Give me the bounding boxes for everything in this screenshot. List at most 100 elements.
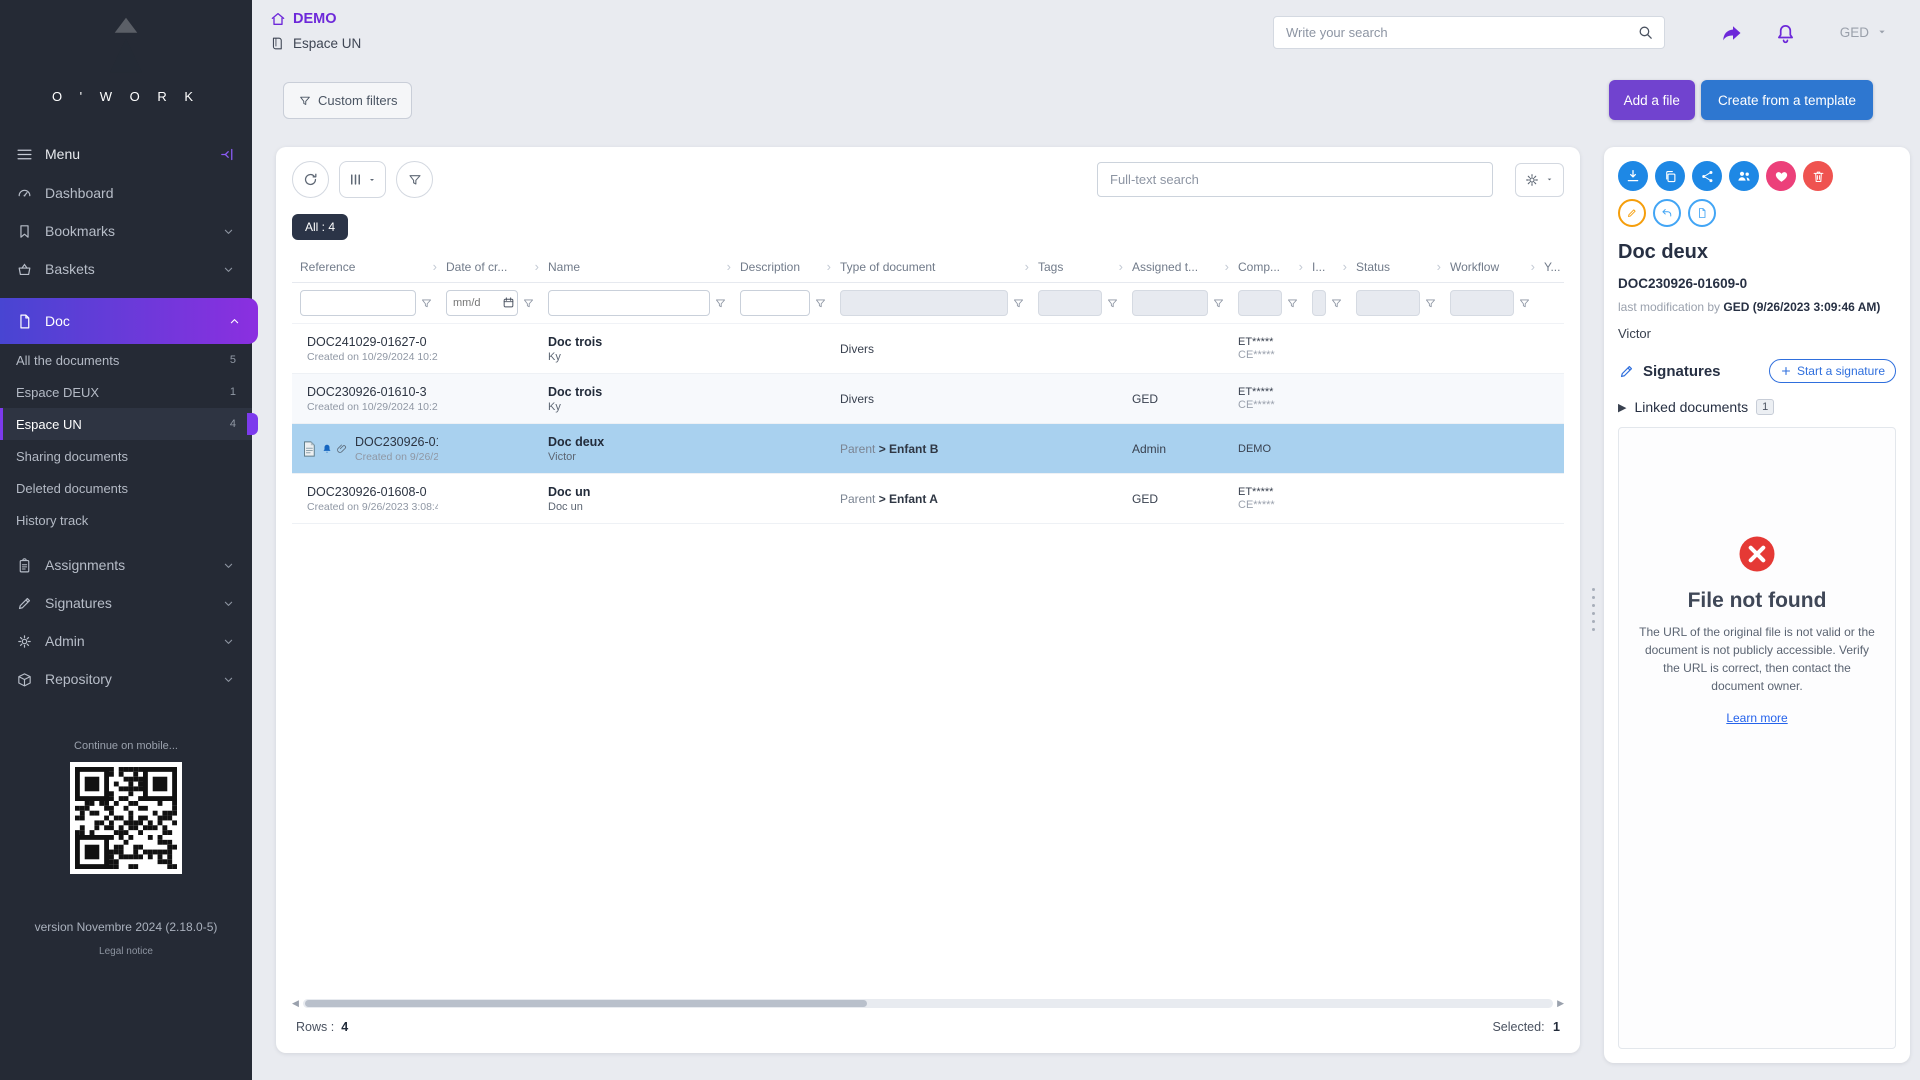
funnel-icon[interactable] xyxy=(1330,297,1343,310)
notifications-button[interactable] xyxy=(1768,17,1800,49)
column-header-comp[interactable]: Comp... xyxy=(1230,252,1304,282)
sidebar-item-doc[interactable]: Doc xyxy=(0,298,258,344)
funnel-icon[interactable] xyxy=(1106,297,1119,310)
column-header-tags[interactable]: Tags xyxy=(1030,252,1124,282)
sidebar-item-label: Baskets xyxy=(45,261,221,277)
sidebar-item-espace-deux[interactable]: Espace DEUX 1 xyxy=(0,376,252,408)
filter-workflow-input[interactable] xyxy=(1450,290,1514,316)
return-button[interactable] xyxy=(1653,199,1681,227)
funnel-icon[interactable] xyxy=(522,297,535,310)
sidebar-item-admin[interactable]: Admin xyxy=(0,622,252,660)
global-search-input[interactable] xyxy=(1274,25,1637,40)
sidebar-item-repository[interactable]: Repository xyxy=(0,660,252,698)
filter-tags-input[interactable] xyxy=(1038,290,1102,316)
sidebar-item-sharing-documents[interactable]: Sharing documents xyxy=(0,440,252,472)
table-row-selected[interactable]: DOC230926-01609-0 Created on 9/26/2023 3… xyxy=(292,424,1564,474)
legal-notice-link[interactable]: Legal notice xyxy=(0,946,252,957)
funnel-icon[interactable] xyxy=(814,297,827,310)
sidebar-item-history-track[interactable]: History track xyxy=(0,504,252,536)
basket-icon xyxy=(16,261,33,278)
column-header-reference[interactable]: Reference xyxy=(292,252,438,282)
doc-type: Divers xyxy=(840,392,874,406)
sidebar-item-signatures[interactable]: Signatures xyxy=(0,584,252,622)
filter-name-input[interactable] xyxy=(548,290,710,316)
sidebar-item-label: Doc xyxy=(45,313,227,329)
columns-button[interactable] xyxy=(339,161,386,198)
custom-filters-button[interactable]: Custom filters xyxy=(283,82,412,119)
column-header-date[interactable]: Date of cr... xyxy=(438,252,540,282)
filter-button[interactable] xyxy=(396,161,433,198)
search-icon[interactable] xyxy=(1637,24,1654,41)
file-icon xyxy=(1696,206,1708,220)
add-file-button[interactable]: Add a file xyxy=(1609,80,1695,120)
filter-assigned-input[interactable] xyxy=(1132,290,1208,316)
funnel-icon[interactable] xyxy=(714,297,727,310)
tab-all[interactable]: All : 4 xyxy=(292,214,348,240)
scroll-right-icon[interactable]: ▶ xyxy=(1557,998,1564,1009)
collapse-sidebar-icon[interactable] xyxy=(219,146,236,163)
panel-resize-handle[interactable] xyxy=(1592,588,1595,631)
funnel-icon[interactable] xyxy=(420,297,433,310)
menu-toggle[interactable]: Menu xyxy=(0,134,252,174)
column-header-assigned[interactable]: Assigned t... xyxy=(1124,252,1230,282)
funnel-icon[interactable] xyxy=(1212,297,1225,310)
filter-type-input[interactable] xyxy=(840,290,1008,316)
share-document-button[interactable] xyxy=(1692,161,1722,191)
column-header-i[interactable]: I... xyxy=(1304,252,1348,282)
duplicate-button[interactable] xyxy=(1655,161,1685,191)
sidebar-item-baskets[interactable]: Baskets xyxy=(0,250,252,288)
sidebar-item-assignments[interactable]: Assignments xyxy=(0,546,252,584)
workspace-crumb[interactable]: DEMO xyxy=(270,11,361,27)
learn-more-link[interactable]: Learn more xyxy=(1726,711,1787,725)
filter-i-input[interactable] xyxy=(1312,290,1326,316)
column-header-name[interactable]: Name xyxy=(540,252,732,282)
scrollbar-thumb[interactable] xyxy=(305,1000,868,1007)
fulltext-search-input[interactable] xyxy=(1097,162,1493,197)
doc-name-sub: Ky xyxy=(548,401,726,413)
start-signature-button[interactable]: Start a signature xyxy=(1769,359,1896,383)
sidebar-item-deleted-documents[interactable]: Deleted documents xyxy=(0,472,252,504)
sidebar-item-espace-un[interactable]: Espace UN 4 xyxy=(0,408,252,440)
user-menu[interactable]: GED xyxy=(1840,24,1890,40)
delete-button[interactable] xyxy=(1803,161,1833,191)
filter-reference-input[interactable] xyxy=(300,290,416,316)
column-header-workflow[interactable]: Workflow xyxy=(1442,252,1536,282)
funnel-icon[interactable] xyxy=(1286,297,1299,310)
funnel-icon[interactable] xyxy=(1424,297,1437,310)
calendar-icon[interactable] xyxy=(502,296,515,309)
table-row[interactable]: DOC241029-01627-0 Created on 10/29/2024 … xyxy=(292,324,1564,374)
preview-button[interactable] xyxy=(1688,199,1716,227)
funnel-icon[interactable] xyxy=(1012,297,1025,310)
linked-documents-label: Linked documents xyxy=(1634,399,1748,415)
chevron-down-icon xyxy=(221,262,236,277)
signatures-section: Signatures Start a signature xyxy=(1618,359,1896,383)
scroll-left-icon[interactable]: ◀ xyxy=(292,998,299,1009)
table-row[interactable]: DOC230926-01610-3 Created on 10/29/2024 … xyxy=(292,374,1564,424)
space-crumb[interactable]: Espace UN xyxy=(270,36,361,51)
table-row[interactable]: DOC230926-01608-0 Created on 9/26/2023 3… xyxy=(292,474,1564,524)
funnel-icon[interactable] xyxy=(1518,297,1531,310)
members-button[interactable] xyxy=(1729,161,1759,191)
column-header-clipped[interactable]: Y... xyxy=(1536,252,1564,282)
sidebar-item-bookmarks[interactable]: Bookmarks xyxy=(0,212,252,250)
download-button[interactable] xyxy=(1618,161,1648,191)
signatures-label: Signatures xyxy=(1643,363,1721,380)
linked-documents-toggle[interactable]: ▶ Linked documents 1 xyxy=(1618,399,1896,415)
create-from-template-button[interactable]: Create from a template xyxy=(1701,80,1873,120)
column-header-description[interactable]: Description xyxy=(732,252,832,282)
table-settings-button[interactable] xyxy=(1515,163,1564,197)
filter-comp-input[interactable] xyxy=(1238,290,1282,316)
refresh-button[interactable] xyxy=(292,161,329,198)
edit-button[interactable] xyxy=(1618,199,1646,227)
filter-status-input[interactable] xyxy=(1356,290,1420,316)
primary-actions: Add a file Create from a template xyxy=(1609,80,1873,120)
filter-description-input[interactable] xyxy=(740,290,810,316)
sidebar-item-dashboard[interactable]: Dashboard xyxy=(0,174,252,212)
share-button[interactable] xyxy=(1714,17,1746,49)
column-header-status[interactable]: Status xyxy=(1348,252,1442,282)
column-header-type[interactable]: Type of document xyxy=(832,252,1030,282)
favorite-button[interactable] xyxy=(1766,161,1796,191)
document-details-panel: Doc deux DOC230926-01609-0 last modifica… xyxy=(1604,147,1910,1063)
scrollbar-track[interactable] xyxy=(303,999,1553,1008)
sidebar-item-all-documents[interactable]: All the documents 5 xyxy=(0,344,252,376)
